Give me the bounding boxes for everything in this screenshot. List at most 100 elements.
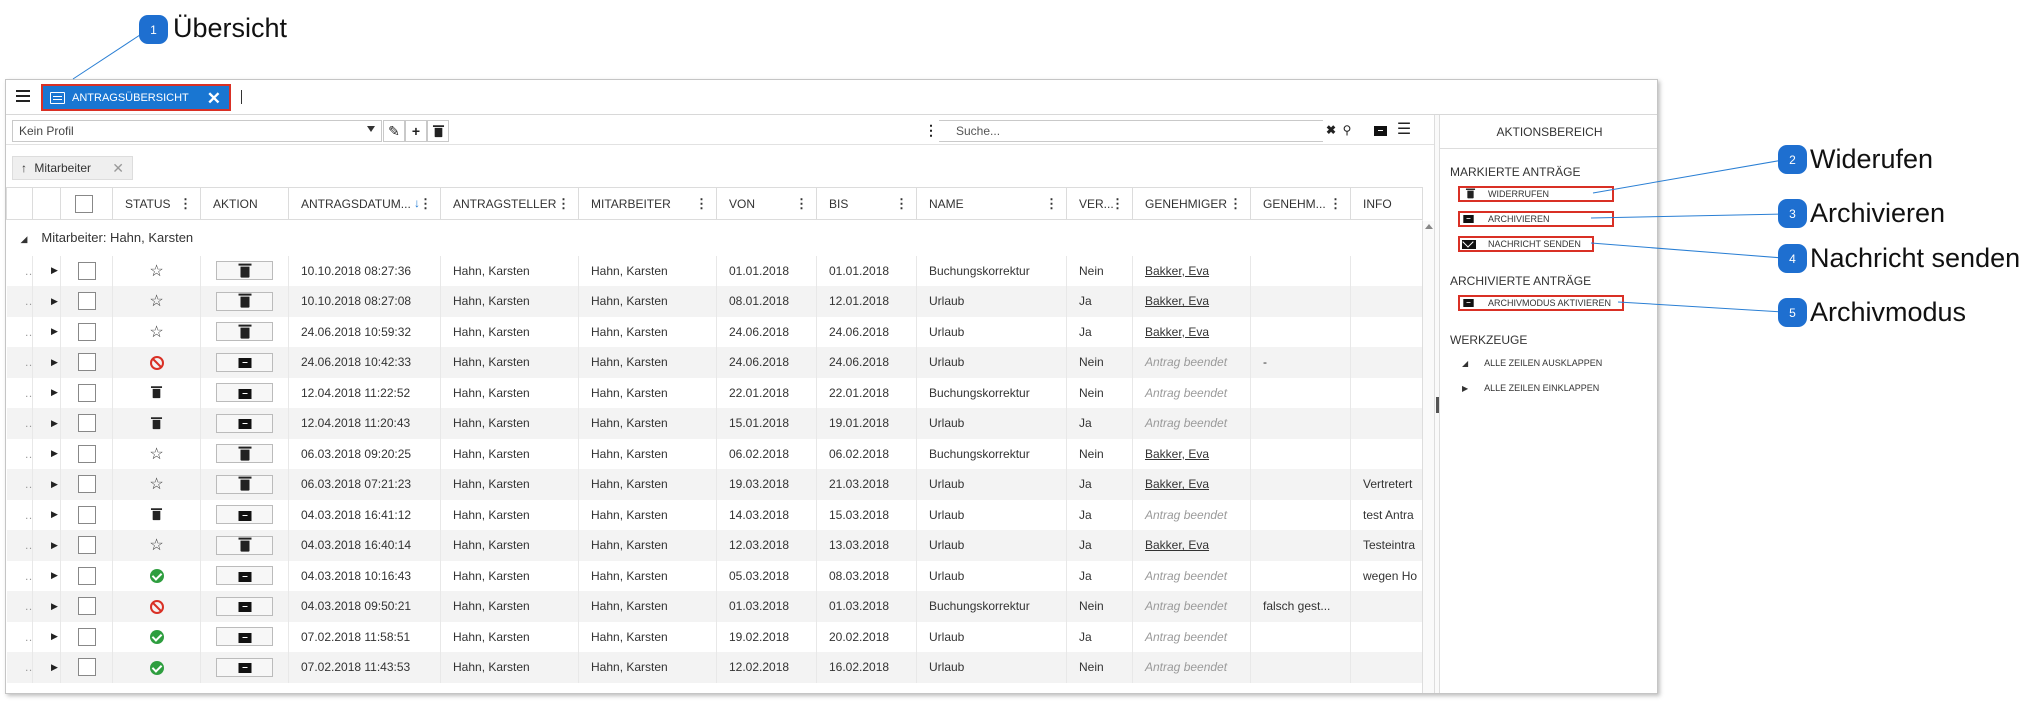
table-row[interactable]: …▶☆10.10.2018 08:27:36Hahn, KarstenHahn,… [6,255,1423,286]
tab-antragsuebersicht[interactable]: ANTRAGSÜBERSICHT ✕ [41,84,231,111]
row-drag-handle[interactable]: … [6,591,33,622]
expand-row-icon[interactable]: ▶ [32,591,61,622]
row-checkbox[interactable] [77,322,96,341]
row-action-button[interactable] [216,383,273,403]
row-drag-handle[interactable]: … [6,438,33,469]
column-options-icon[interactable]: ⋮ [1045,196,1058,212]
table-row[interactable]: …▶04.03.2018 09:50:21Hahn, KarstenHahn, … [6,591,1423,622]
archivieren-button[interactable]: ARCHIVIEREN [1458,211,1614,227]
header-aktion[interactable]: AKTION [200,187,289,220]
table-row[interactable]: …▶04.03.2018 16:41:12Hahn, KarstenHahn, … [6,499,1423,530]
menu-icon[interactable] [16,90,30,104]
row-action-button[interactable] [216,261,273,281]
search-options-icon[interactable]: ⋮ [923,120,939,142]
expand-row-icon[interactable]: ▶ [32,530,61,561]
row-checkbox[interactable] [77,536,96,555]
expand-row-icon[interactable]: ▶ [32,377,61,408]
row-action-button[interactable] [216,322,273,342]
table-row[interactable]: …▶☆04.03.2018 16:40:14Hahn, KarstenHahn,… [6,530,1423,561]
column-options-icon[interactable]: ⋮ [1111,196,1124,212]
column-options-icon[interactable]: ⋮ [895,196,908,212]
row-checkbox[interactable] [77,353,96,372]
row-checkbox[interactable] [77,627,96,646]
table-row[interactable]: …▶☆06.03.2018 07:21:23Hahn, KarstenHahn,… [6,469,1423,500]
nachricht-senden-button[interactable]: NACHRICHT SENDEN [1458,236,1594,252]
row-checkbox[interactable] [77,658,96,677]
clear-search-icon[interactable]: ✖ [1323,120,1339,142]
collapse-all-button[interactable]: ▶ ALLE ZEILEN EINKLAPPEN [1462,383,1599,393]
row-drag-handle[interactable]: … [6,652,33,683]
row-drag-handle[interactable]: … [6,530,33,561]
row-drag-handle[interactable]: … [6,469,33,500]
row-drag-handle[interactable]: … [6,560,33,591]
row-drag-handle[interactable]: … [6,286,33,317]
row-action-button[interactable] [216,627,273,647]
collapse-icon[interactable]: ◢ [21,234,28,244]
search-input[interactable] [923,120,1353,142]
table-row[interactable]: …▶07.02.2018 11:58:51Hahn, KarstenHahn, … [6,621,1423,652]
row-checkbox[interactable] [77,475,96,494]
header-info[interactable]: INFO [1350,187,1423,220]
row-drag-handle[interactable]: … [6,316,33,347]
select-all-checkbox[interactable] [75,194,93,213]
header-genehm[interactable]: GENEHM... ⋮ [1250,187,1351,220]
row-action-button[interactable] [216,566,273,586]
column-menu-icon[interactable]: ☰ [1395,120,1413,142]
header-mitarbeiter[interactable]: MITARBEITER ⋮ [578,187,717,220]
filter-chip[interactable]: ↑ Mitarbeiter ✕ [12,156,133,180]
header-von[interactable]: VON ⋮ [716,187,817,220]
expand-row-icon[interactable]: ▶ [32,499,61,530]
row-drag-handle[interactable]: … [6,499,33,530]
header-bis[interactable]: BIS ⋮ [816,187,917,220]
table-row[interactable]: …▶24.06.2018 10:42:33Hahn, KarstenHahn, … [6,347,1423,378]
header-genehmiger[interactable]: GENEHMIGER ⋮ [1132,187,1251,220]
remove-filter-icon[interactable]: ✕ [112,160,124,177]
table-row[interactable]: …▶☆24.06.2018 10:59:32Hahn, KarstenHahn,… [6,316,1423,347]
row-checkbox[interactable] [77,261,96,280]
row-checkbox[interactable] [77,505,96,524]
header-antragsteller[interactable]: ANTRAGSTELLER ⋮ [440,187,579,220]
table-row[interactable]: …▶☆10.10.2018 08:27:08Hahn, KarstenHahn,… [6,286,1423,317]
expand-row-icon[interactable]: ▶ [32,560,61,591]
archive-view-icon[interactable] [1371,120,1389,142]
column-options-icon[interactable]: ⋮ [795,196,808,212]
row-checkbox[interactable] [77,597,96,616]
expand-row-icon[interactable]: ▶ [32,286,61,317]
column-options-icon[interactable]: ⋮ [179,196,192,212]
column-options-icon[interactable]: ⋮ [419,196,432,212]
row-checkbox[interactable] [77,383,96,402]
profile-select[interactable]: Kein Profil [12,120,382,142]
row-drag-handle[interactable]: … [6,621,33,652]
group-row[interactable]: ◢ Mitarbeiter: Hahn, Karsten [6,219,1423,256]
expand-row-icon[interactable]: ▶ [32,408,61,439]
archivmodus-button[interactable]: ARCHIVMODUS AKTIVIEREN [1458,295,1624,311]
edit-profile-button[interactable]: ✎ [383,120,405,142]
close-icon[interactable]: ✕ [207,89,221,109]
expand-all-button[interactable]: ◢ ALLE ZEILEN AUSKLAPPEN [1462,358,1602,368]
widerrufen-button[interactable]: WIDERRUFEN [1458,186,1614,202]
row-action-button[interactable] [216,444,273,464]
row-drag-handle[interactable]: … [6,347,33,378]
row-checkbox[interactable] [77,414,96,433]
row-action-button[interactable] [216,596,273,616]
header-status[interactable]: STATUS ⋮ [112,187,201,220]
row-drag-handle[interactable]: … [6,408,33,439]
expand-row-icon[interactable]: ▶ [32,255,61,286]
header-antragsdatum[interactable]: ANTRAGSDATUM... ↓ ⋮ [288,187,441,220]
table-row[interactable]: …▶04.03.2018 10:16:43Hahn, KarstenHahn, … [6,560,1423,591]
header-name[interactable]: NAME ⋮ [916,187,1067,220]
row-action-button[interactable] [216,413,273,433]
row-checkbox[interactable] [77,566,96,585]
column-options-icon[interactable]: ⋮ [1329,196,1342,212]
row-checkbox[interactable] [77,292,96,311]
row-drag-handle[interactable]: … [6,377,33,408]
row-drag-handle[interactable]: … [6,255,33,286]
expand-row-icon[interactable]: ▶ [32,652,61,683]
expand-row-icon[interactable]: ▶ [32,347,61,378]
row-action-button[interactable] [216,291,273,311]
row-action-button[interactable] [216,535,273,555]
table-row[interactable]: …▶12.04.2018 11:20:43Hahn, KarstenHahn, … [6,408,1423,439]
table-row[interactable]: …▶07.02.2018 11:43:53Hahn, KarstenHahn, … [6,652,1423,683]
scrollbar[interactable] [1422,221,1434,693]
expand-row-icon[interactable]: ▶ [32,438,61,469]
